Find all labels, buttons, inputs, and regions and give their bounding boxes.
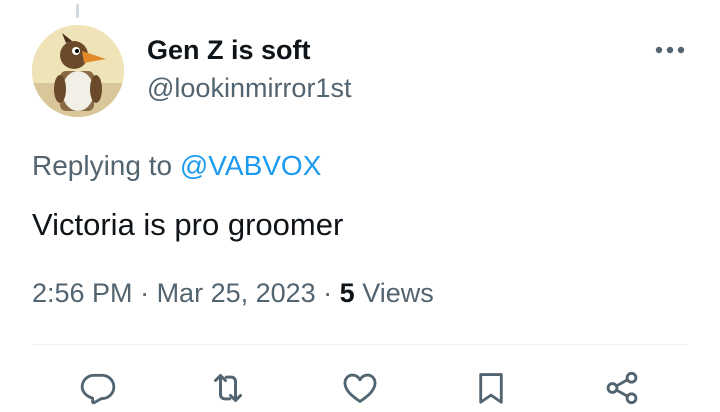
replying-to-label: Replying to	[32, 150, 180, 181]
reply-button[interactable]	[76, 366, 120, 410]
display-name[interactable]: Gen Z is soft	[147, 35, 311, 66]
views-count: 5	[339, 278, 355, 308]
more-options-button[interactable]	[650, 36, 690, 64]
views-label: Views	[354, 278, 434, 308]
tweet-date[interactable]: Mar 25, 2023	[157, 278, 316, 308]
replying-to-mention[interactable]: @VABVOX	[180, 150, 322, 181]
bookmark-button[interactable]	[469, 366, 513, 410]
retweet-button[interactable]	[206, 366, 250, 410]
retweet-icon	[214, 374, 242, 402]
thread-connector-line	[76, 4, 79, 18]
tweet-text: Victoria is pro groomer	[32, 207, 344, 242]
more-dots-icon	[655, 46, 685, 54]
divider	[32, 344, 688, 345]
avatar-image	[32, 25, 124, 117]
like-button[interactable]	[338, 366, 382, 410]
tweet-time[interactable]: 2:56 PM	[32, 278, 133, 308]
heart-icon	[343, 373, 377, 403]
meta-separator: ·	[132, 278, 157, 308]
share-icon	[606, 371, 638, 405]
user-handle[interactable]: @lookinmirror1st	[147, 73, 351, 104]
share-button[interactable]	[600, 366, 644, 410]
bookmark-icon	[479, 373, 503, 404]
replying-to-line: Replying to @VABVOX	[32, 150, 321, 182]
reply-icon	[80, 373, 116, 405]
tweet-meta: 2:56 PM · Mar 25, 2023 · 5 Views	[32, 278, 434, 309]
avatar[interactable]	[32, 25, 124, 117]
meta-separator: ·	[315, 278, 340, 308]
